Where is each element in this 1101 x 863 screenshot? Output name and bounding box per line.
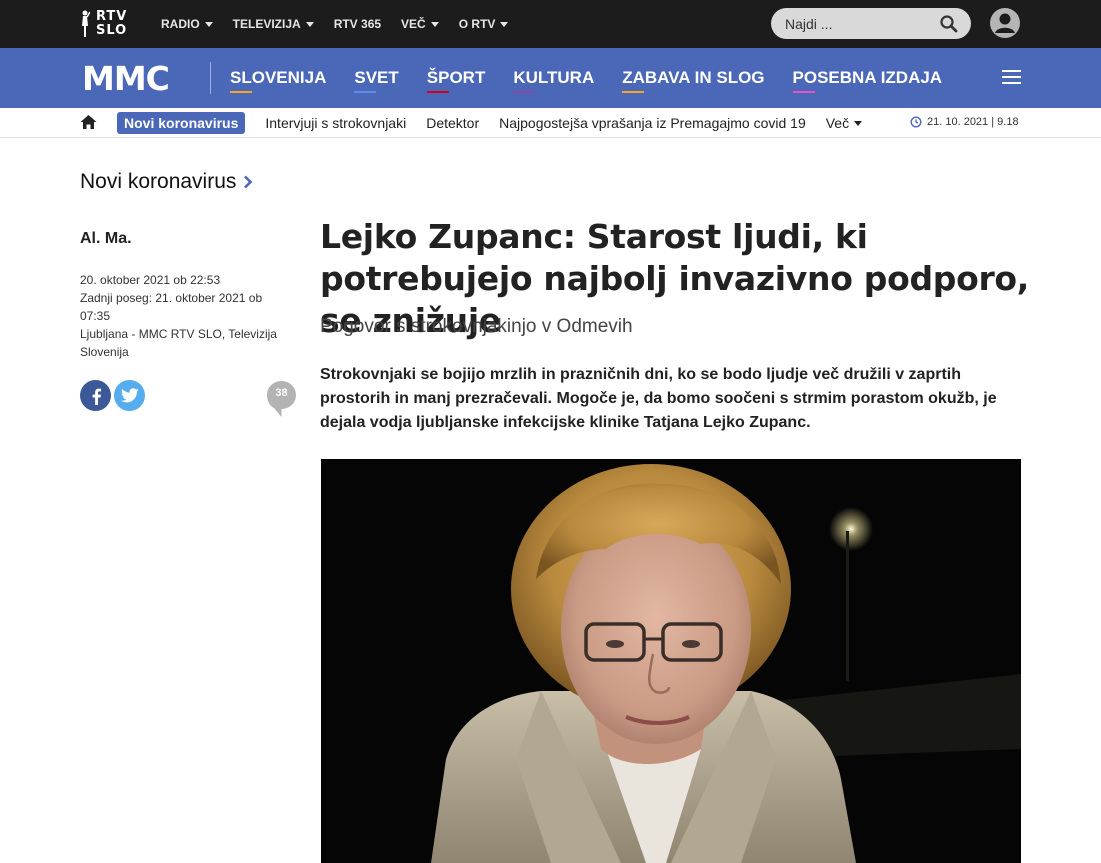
comments-count-button[interactable]: 38 [266, 380, 297, 418]
mmc-logo[interactable]: MMC [82, 60, 186, 96]
interviewee-portrait [321, 459, 1021, 863]
updated-date: Zadnji poseg: 21. oktober 2021 ob 07:35 [80, 291, 263, 323]
subnav-link-detektor[interactable]: Detektor [426, 115, 479, 131]
share-buttons [80, 380, 148, 411]
hamburger-menu-icon[interactable] [1002, 70, 1021, 85]
section-accent-underline [792, 91, 815, 93]
topnav-radio[interactable]: RADIO [161, 17, 213, 31]
caret-down-icon [305, 21, 314, 27]
svg-text:MMC: MMC [82, 60, 169, 96]
section-title-link[interactable]: Novi koronavirus [80, 170, 253, 194]
subnav-items: Novi koronavirus Intervjuji s strokovnja… [117, 111, 882, 135]
logo-line-2: SLO [96, 23, 128, 38]
article-author[interactable]: Al. Ma. [80, 230, 132, 248]
section-title: Novi koronavirus [80, 170, 237, 193]
caret-down-icon [430, 21, 439, 27]
search-input[interactable] [785, 15, 935, 32]
topnav-label: RADIO [161, 17, 200, 31]
mainnav-label: SLOVENIJA [230, 68, 327, 87]
logo-divider [210, 62, 211, 94]
topnav-label: TELEVIZIJA [232, 17, 301, 31]
topic-subnav: Novi koronavirus Intervjuji s strokovnja… [0, 108, 1101, 138]
mainnav-sport[interactable]: ŠPORT [426, 68, 486, 93]
topnav-label: O RTV [458, 17, 496, 31]
caret-down-icon [204, 21, 213, 27]
chevron-right-icon [244, 175, 253, 189]
mainnav-posebna-izdaja[interactable]: POSEBNA IZDAJA [792, 68, 943, 93]
mainnav-label: KULTURA [513, 68, 595, 87]
topnav-o-rtv[interactable]: O RTV [459, 17, 509, 31]
rtv-slo-logo[interactable]: RTV SLO [80, 8, 127, 40]
mainnav-label: ŠPORT [426, 68, 486, 87]
section-accent-underline [354, 91, 377, 93]
comment-bubble-icon [267, 381, 296, 417]
published-date: 20. oktober 2021 ob 22:53 [80, 273, 221, 287]
mainnav-label: ZABAVA IN SLOG [622, 68, 765, 87]
current-date: 21. 10. 2021 [927, 116, 989, 128]
subnav-more-dropdown[interactable]: Več [825, 115, 863, 131]
topnav-televizija[interactable]: TELEVIZIJA [233, 17, 314, 31]
mainnav-label: SVET [354, 68, 399, 87]
facebook-share-button[interactable] [80, 380, 111, 411]
mainnav-svet[interactable]: SVET [354, 68, 399, 93]
user-account-icon[interactable] [989, 7, 1021, 39]
article-location: Ljubljana - MMC RTV SLO, Televizija Slov… [80, 327, 277, 359]
article-photo[interactable] [321, 459, 1021, 863]
rtv-logo-text: RTV SLO [96, 10, 127, 38]
logo-line-1: RTV [96, 9, 128, 24]
topnav-vec[interactable]: VEČ [401, 17, 439, 31]
mmc-bar: MMC SLOVENIJA SVET ŠPORT KULTURA ZABAVA … [0, 48, 1101, 108]
section-accent-underline [426, 91, 449, 93]
search-box [771, 8, 971, 39]
comments-count: 38 [275, 387, 288, 399]
top-nav: RADIO TELEVIZIJA RTV 365 VEČ O RTV [161, 0, 528, 48]
topnav-label: VEČ [401, 17, 426, 31]
topnav-rtv365[interactable]: RTV 365 [334, 17, 381, 31]
section-accent-underline [230, 91, 252, 93]
search-icon[interactable] [939, 14, 959, 34]
current-time: 9.18 [997, 116, 1019, 128]
home-icon[interactable] [80, 114, 97, 130]
caret-down-icon [854, 120, 863, 126]
rtv-figure-icon [82, 10, 90, 37]
twitter-icon [120, 388, 138, 403]
section-accent-underline [513, 91, 536, 93]
topnav-label: RTV 365 [333, 17, 382, 31]
mainnav-zabava-in-slog[interactable]: ZABAVA IN SLOG [622, 68, 765, 93]
datetime-separator: | [988, 116, 998, 128]
current-datetime: 21. 10. 2021 | 9.18 [910, 116, 1019, 128]
mainnav-kultura[interactable]: KULTURA [513, 68, 595, 93]
main-nav: SLOVENIJA SVET ŠPORT KULTURA ZABAVA IN S… [230, 48, 970, 108]
subnav-link-intervjuji[interactable]: Intervjuji s strokovnjaki [265, 115, 406, 131]
caret-down-icon [500, 21, 509, 27]
twitter-share-button[interactable] [114, 380, 145, 411]
subnav-more-label: Več [825, 115, 850, 131]
section-accent-underline [622, 91, 645, 93]
subnav-link-vprasanja[interactable]: Najpogostejša vprašanja iz Premagajmo co… [499, 115, 806, 131]
clock-icon [910, 116, 922, 128]
mainnav-slovenija[interactable]: SLOVENIJA [230, 68, 327, 93]
article-lead: Strokovnjaki se bojijo mrzlih in praznič… [320, 366, 997, 431]
article-subtitle: Pogovor s strokovnjakinjo v Odmevih [320, 316, 633, 337]
top-bar: RTV SLO RADIO TELEVIZIJA RTV 365 VEČ O R… [0, 0, 1101, 48]
mainnav-label: POSEBNA IZDAJA [792, 68, 943, 87]
facebook-icon [92, 388, 101, 405]
article-meta: 20. oktober 2021 ob 22:53 Zadnji poseg: … [80, 271, 290, 361]
subnav-active-topic[interactable]: Novi koronavirus [117, 112, 246, 134]
